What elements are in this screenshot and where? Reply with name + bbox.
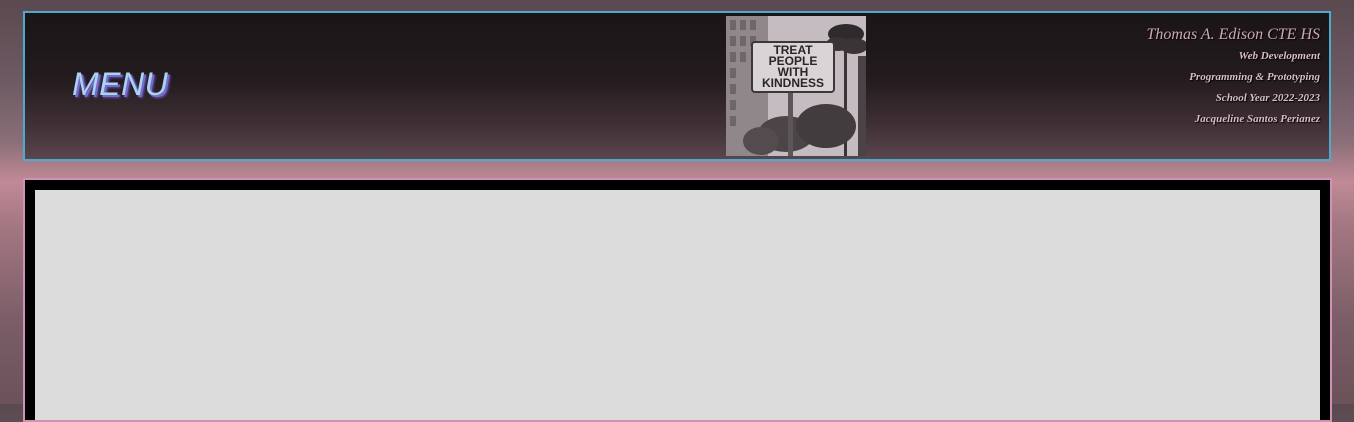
course-name: Web Development xyxy=(1238,50,1320,62)
author-name: Jacqueline Santos Perianez xyxy=(1194,113,1320,125)
kindness-sign-image: TREAT PEOPLE WITH KINDNESS xyxy=(726,16,866,156)
school-year: School Year 2022-2023 xyxy=(1215,92,1320,104)
site-header: MENU TREAT PEOPLE WITH KINDNESS Thomas A… xyxy=(23,11,1331,161)
main-content-frame xyxy=(23,178,1332,422)
content-area xyxy=(35,190,1320,420)
menu-button[interactable]: MENU xyxy=(72,66,168,103)
header-photo: TREAT PEOPLE WITH KINDNESS xyxy=(726,16,866,156)
subject-name: Programming & Prototyping xyxy=(1189,71,1320,83)
sign-line-4: KINDNESS xyxy=(762,76,824,90)
site-info: Thomas A. Edison CTE HS Web Development … xyxy=(1146,24,1320,130)
school-name: Thomas A. Edison CTE HS xyxy=(1146,26,1320,43)
